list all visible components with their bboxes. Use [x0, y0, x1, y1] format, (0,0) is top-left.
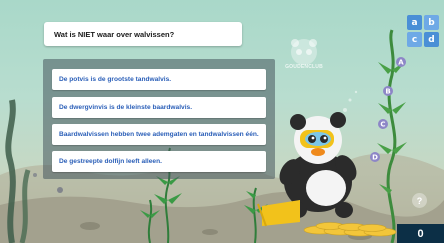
abcd-letter-d: d	[424, 32, 439, 47]
logo-text: GOUDENCLUB	[285, 64, 323, 70]
goudenclub-logo: GOUDENCLUB	[283, 37, 325, 75]
abcd-letter-c: c	[407, 32, 422, 47]
abcd-button[interactable]: a b c d	[407, 15, 439, 47]
panda-logo-icon	[291, 39, 317, 65]
answer-option-1[interactable]: De potvis is de grootste tandwalvis.	[52, 69, 266, 90]
answer-option-4[interactable]: De gestreepte dolfijn leeft alleen.	[52, 151, 266, 172]
abcd-letter-b: b	[424, 15, 439, 30]
answer-option-2[interactable]: De dwergvinvis is de kleinste baardwalvi…	[52, 97, 266, 118]
help-icon[interactable]: ?	[412, 193, 427, 208]
score-counter: 0	[397, 224, 444, 243]
answers-panel: De potvis is de grootste tandwalvis. De …	[43, 59, 275, 179]
abcd-letter-a: a	[407, 15, 422, 30]
question-box: Wat is NIET waar over walvissen?	[44, 22, 242, 46]
game-scene: A B C D GOUDENCLUB Wat is NIET waar over…	[0, 0, 444, 243]
answer-option-3[interactable]: Baardwalvissen hebben twee ademgaten en …	[52, 124, 266, 145]
